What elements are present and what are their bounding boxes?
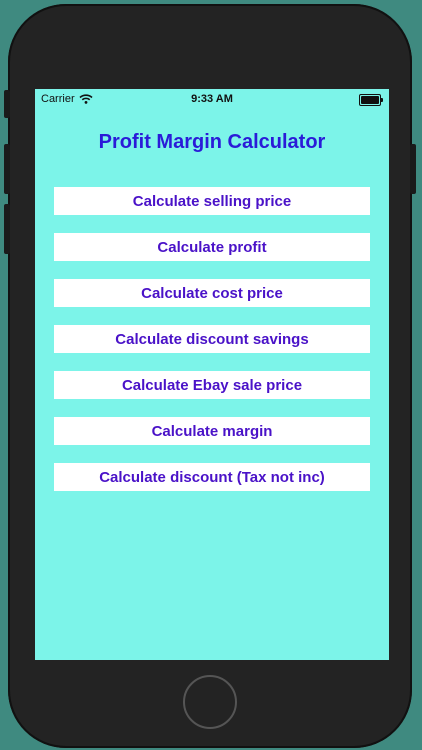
device-background: Carrier 9:33 AM Profit Margin Calculator… bbox=[0, 0, 422, 750]
calculate-ebay-sale-price-button[interactable]: Calculate Ebay sale price bbox=[54, 371, 370, 399]
home-button[interactable] bbox=[183, 675, 237, 729]
calculate-profit-button[interactable]: Calculate profit bbox=[54, 233, 370, 261]
calculate-selling-price-button[interactable]: Calculate selling price bbox=[54, 187, 370, 215]
volume-up-button bbox=[4, 144, 10, 194]
page-title: Profit Margin Calculator bbox=[98, 131, 326, 153]
power-button bbox=[410, 144, 416, 194]
volume-down-button bbox=[4, 204, 10, 254]
calculate-discount-tax-not-inc-button[interactable]: Calculate discount (Tax not inc) bbox=[54, 463, 370, 491]
app-screen: Carrier 9:33 AM Profit Margin Calculator… bbox=[35, 89, 389, 660]
mute-switch bbox=[4, 90, 10, 118]
calculate-cost-price-button[interactable]: Calculate cost price bbox=[54, 279, 370, 307]
calculate-margin-button[interactable]: Calculate margin bbox=[54, 417, 370, 445]
calculate-discount-savings-button[interactable]: Calculate discount savings bbox=[54, 325, 370, 353]
battery-icon bbox=[359, 94, 383, 106]
status-time: 9:33 AM bbox=[191, 93, 233, 105]
status-bar: Carrier 9:33 AM bbox=[35, 89, 389, 109]
